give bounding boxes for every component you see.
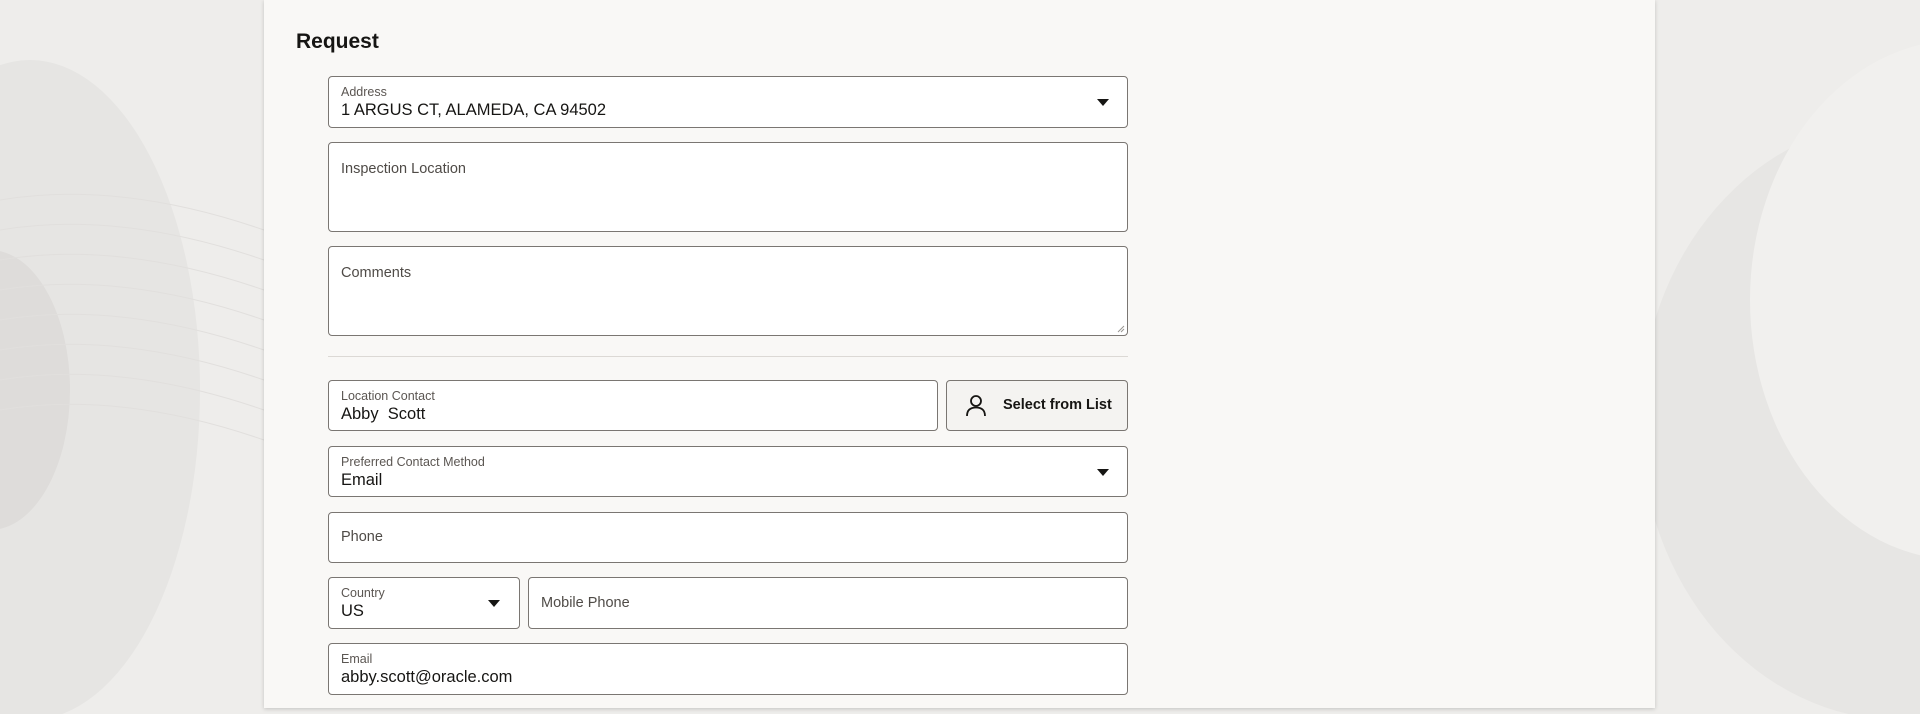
chevron-down-icon <box>1097 469 1109 476</box>
location-contact-value: Abby Scott <box>341 405 426 423</box>
country-label: Country <box>341 586 385 600</box>
resize-handle-icon[interactable] <box>1117 325 1125 333</box>
mobile-phone-field[interactable]: Mobile Phone <box>528 577 1128 629</box>
email-value: abby.scott@oracle.com <box>341 668 513 686</box>
phone-field[interactable]: Phone <box>328 512 1128 563</box>
inspection-location-placeholder: Inspection Location <box>341 161 466 177</box>
preferred-contact-method-value: Email <box>341 471 383 489</box>
phone-placeholder: Phone <box>341 529 383 545</box>
mobile-phone-placeholder: Mobile Phone <box>541 595 630 611</box>
address-value: 1 ARGUS CT, ALAMEDA, CA 94502 <box>341 101 607 119</box>
address-label: Address <box>341 85 387 99</box>
location-contact-label: Location Contact <box>341 389 435 403</box>
select-from-list-label: Select from List <box>1003 397 1112 413</box>
preferred-contact-method-label: Preferred Contact Method <box>341 455 485 469</box>
person-icon <box>966 395 986 417</box>
address-select[interactable]: Address 1 ARGUS CT, ALAMEDA, CA 94502 <box>328 76 1128 128</box>
country-select[interactable]: Country US <box>328 577 520 629</box>
preferred-contact-method-select[interactable]: Preferred Contact Method Email <box>328 446 1128 497</box>
chevron-down-icon <box>1097 99 1109 106</box>
comments-field[interactable]: Comments <box>328 246 1128 336</box>
section-title: Request <box>296 30 379 53</box>
chevron-down-icon <box>488 600 500 607</box>
comments-placeholder: Comments <box>341 265 412 281</box>
location-contact-field[interactable]: Location Contact Abby Scott <box>328 380 938 431</box>
email-field[interactable]: Email abby.scott@oracle.com <box>328 643 1128 695</box>
divider <box>328 356 1128 357</box>
inspection-location-field[interactable]: Inspection Location <box>328 142 1128 232</box>
select-from-list-button[interactable]: Select from List <box>946 380 1128 431</box>
email-label: Email <box>341 652 373 666</box>
country-value: US <box>341 602 364 620</box>
